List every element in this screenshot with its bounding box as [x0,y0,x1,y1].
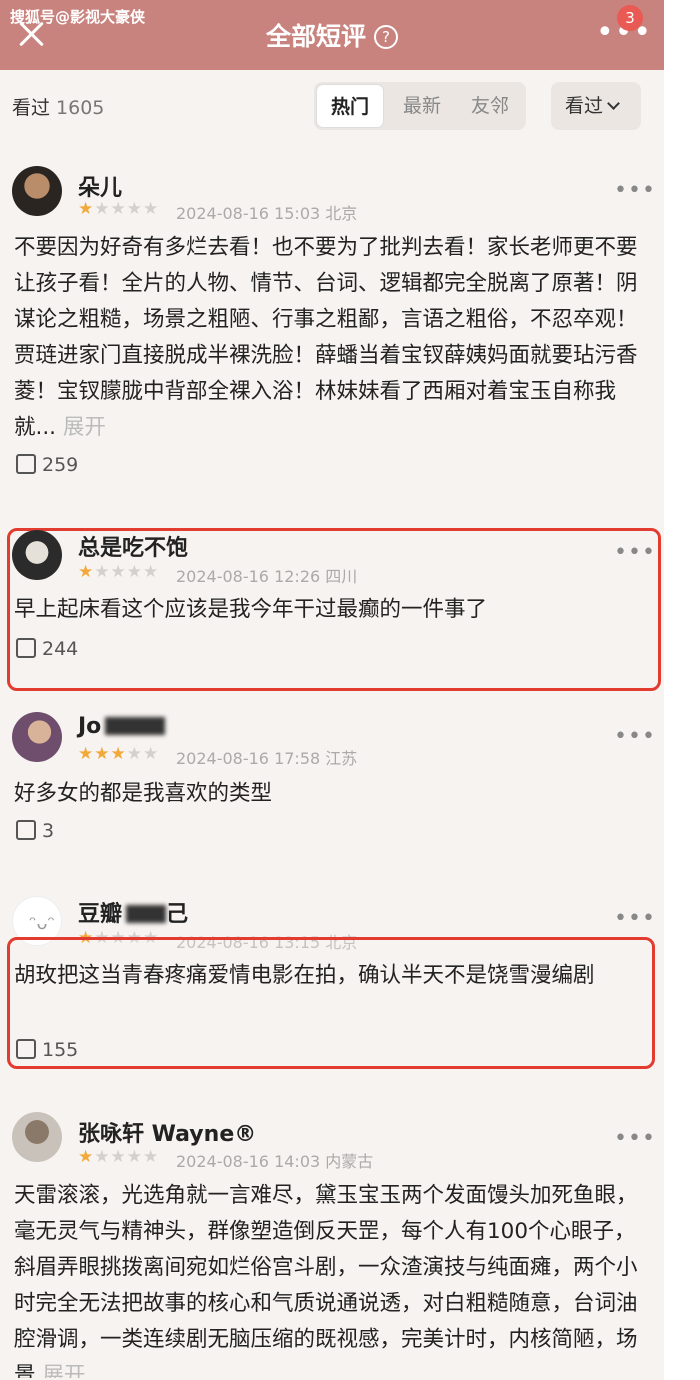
thumbs-up-icon [16,820,36,840]
like-button[interactable]: 244 [16,638,78,660]
review-content: 不要因为好奇有多烂去看！也不要为了批判去看！家长老师更不要让孩子看！全片的人物、… [14,235,638,440]
more-options-icon[interactable]: ••• [614,724,656,749]
like-button[interactable]: 259 [16,454,78,476]
username[interactable]: 张咏轩 Wayne® [78,1116,256,1148]
right-margin [664,0,700,1380]
rating-stars: ★★★★★ [78,199,160,219]
like-button[interactable]: 155 [16,1039,78,1061]
avatar[interactable] [12,166,62,216]
username[interactable]: 朵儿 [78,170,122,202]
review-content: 胡玫把这当青春疼痛爱情电影在拍，确认半天不是饶雪漫编剧 [14,963,595,988]
avatar[interactable] [12,1112,62,1162]
review-meta: 2024-08-16 15:03 北京 [176,204,358,223]
more-options-icon[interactable]: ••• [614,178,656,203]
review-content: 天雷滚滚，光选角就一言难尽，黛玉宝玉两个发面馒头加死鱼眼，毫无灵气与精神头，群像… [14,1178,646,1378]
page-title: 全部短评? [0,17,664,53]
expand-link[interactable]: 展开 [42,1363,85,1378]
more-options-icon[interactable]: ••• [614,1126,656,1151]
username[interactable]: Jo [78,714,166,739]
header-bar: 搜狐号@影视大豪侠 全部短评? ••• 3 [0,0,664,70]
sort-tabs: 热门 最新 友邻 [314,82,526,130]
review-content: 好多女的都是我喜欢的类型 [14,781,273,806]
review-item: Jo ★★★★★ 2024-08-16 17:58 江苏 ••• 好多女的都是我… [0,710,664,860]
seen-filter-dropdown[interactable]: 看过 [551,82,641,130]
notification-badge: 3 [617,5,643,31]
seen-count: 看过 1605 [12,97,105,119]
rating-stars: ★★★★★ [78,744,160,764]
avatar[interactable] [12,712,62,762]
page: 搜狐号@影视大豪侠 全部短评? ••• 3 看过 1605 热门 最新 友邻 看过… [0,0,664,1380]
review-meta: 2024-08-16 12:26 四川 [176,567,358,586]
more-options-icon[interactable]: ••• [614,906,656,931]
tab-latest[interactable]: 最新 [390,82,454,130]
username[interactable]: 豆瓣己 [78,896,188,928]
rating-stars: ★★★★★ [78,1147,160,1167]
tab-hot[interactable]: 热门 [316,84,384,128]
smile-icon: ᵔᴗᵔ [29,913,55,934]
more-options-icon[interactable]: ••• [614,540,656,565]
username[interactable]: 总是吃不饱 [78,530,188,562]
rating-stars: ★★★★★ [78,562,160,582]
review-content: 早上起床看这个应该是我今年干过最癫的一件事了 [14,597,488,622]
review-meta: 2024-08-16 17:58 江苏 [176,749,358,768]
chevron-down-icon [607,97,620,110]
like-button[interactable]: 3 [16,820,54,842]
thumbs-up-icon [16,1039,36,1059]
expand-link[interactable]: 展开 [63,415,106,440]
review-item: 张咏轩 Wayne® ★★★★★ 2024-08-16 14:03 内蒙古 ••… [0,1110,664,1380]
review-item: 总是吃不饱 ★★★★★ 2024-08-16 12:26 四川 ••• 早上起床… [0,528,664,691]
question-circle-icon[interactable]: ? [374,25,398,49]
review-meta: 2024-08-16 14:03 内蒙古 [176,1152,374,1171]
avatar[interactable] [12,530,62,580]
tab-friends[interactable]: 友邻 [458,82,522,130]
review-item: 朵儿 ★★★★★ 2024-08-16 15:03 北京 ••• 不要因为好奇有… [0,160,664,500]
thumbs-up-icon [16,638,36,658]
review-content-block: 胡玫把这当青春疼痛爱情电影在拍，确认半天不是饶雪漫编剧 155 [0,937,664,1069]
thumbs-up-icon [16,454,36,474]
